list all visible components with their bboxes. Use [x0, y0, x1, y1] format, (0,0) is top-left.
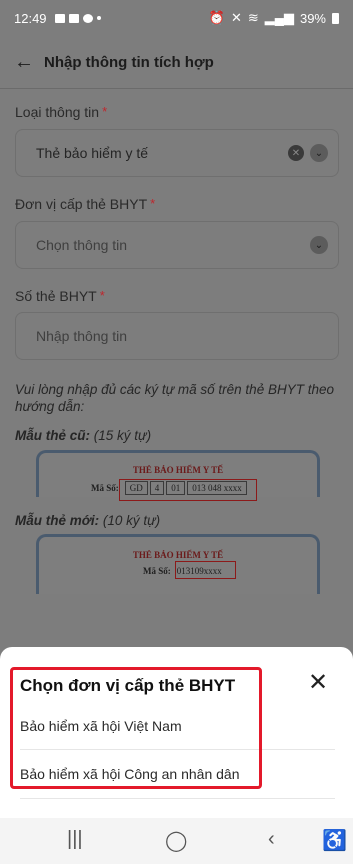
new-sample-title: Mẫu thẻ mới: (10 ký tự) [15, 513, 161, 528]
old-sample-title: Mẫu thẻ cũ: (15 ký tự) [15, 428, 152, 443]
card-number-label: Số thẻ BHYT * [15, 288, 105, 304]
gallery-icon [54, 13, 65, 23]
clear-icon[interactable]: ✕ [288, 145, 304, 161]
more-notifications-icon [96, 16, 101, 20]
old-code-highlight [119, 479, 257, 501]
old-card-title: THẺ BẢO HIỂM Y TẾ [132, 465, 224, 475]
card-number-input[interactable]: Nhập thông tin [15, 312, 339, 360]
chevron-down-icon[interactable]: ⌄ [310, 144, 328, 162]
old-ma-so: Mã Số: [91, 483, 119, 493]
type-value: Thẻ bảo hiểm y tế [36, 145, 149, 161]
app-header: ← Nhập thông tin tích hợp [0, 42, 353, 82]
wifi-icon: ≋ [247, 10, 259, 25]
recent-apps-icon[interactable]: ||| [67, 828, 83, 851]
new-card-title: THẺ BẢO HIỂM Y TẾ [132, 550, 224, 560]
unit-label: Đơn vị cấp thẻ BHYT * [15, 196, 156, 212]
chevron-down-icon[interactable]: ⌄ [310, 236, 328, 254]
facebook-icon [82, 13, 93, 23]
status-time: 12:49 [14, 10, 47, 26]
type-label: Loại thông tin * [15, 104, 108, 120]
battery-icon [332, 12, 339, 24]
status-right: ⏰ ✕ ≋ ▂▄▆ 39% [209, 10, 339, 26]
battery-percent: 39% [299, 10, 326, 26]
signal-icon: ▂▄▆ [264, 10, 294, 25]
status-bar: 12:49 ⏰ ✕ ≋ ▂▄▆ 39% [0, 0, 353, 36]
notification-icons [54, 13, 101, 23]
unit-placeholder: Chọn thông tin [36, 237, 128, 253]
header-divider [0, 88, 353, 89]
unit-select[interactable]: Chọn thông tin ⌄ [15, 221, 339, 269]
accessibility-icon[interactable]: ♿ [322, 828, 347, 853]
alarm-icon: ⏰ [208, 10, 225, 25]
type-select[interactable]: Thẻ bảo hiểm y tế ✕ ⌄ [15, 129, 339, 177]
mute-icon: ✕ [230, 10, 242, 25]
home-icon[interactable]: ◯ [165, 828, 187, 853]
back-icon[interactable]: ‹ [268, 828, 275, 851]
instruction-text: Vui lòng nhập đủ các ký tự mã số trên th… [15, 382, 334, 414]
card-number-placeholder: Nhập thông tin [36, 328, 128, 344]
app-icon [68, 13, 79, 23]
option-divider [20, 798, 335, 799]
close-icon[interactable]: ✕ [306, 671, 330, 696]
new-ma-so: Mã Số: [143, 566, 171, 576]
back-arrow-icon[interactable]: ← [14, 51, 44, 74]
highlight-annotation [10, 667, 262, 789]
new-code-highlight [175, 561, 236, 579]
page-title: Nhập thông tin tích hợp [44, 53, 214, 71]
